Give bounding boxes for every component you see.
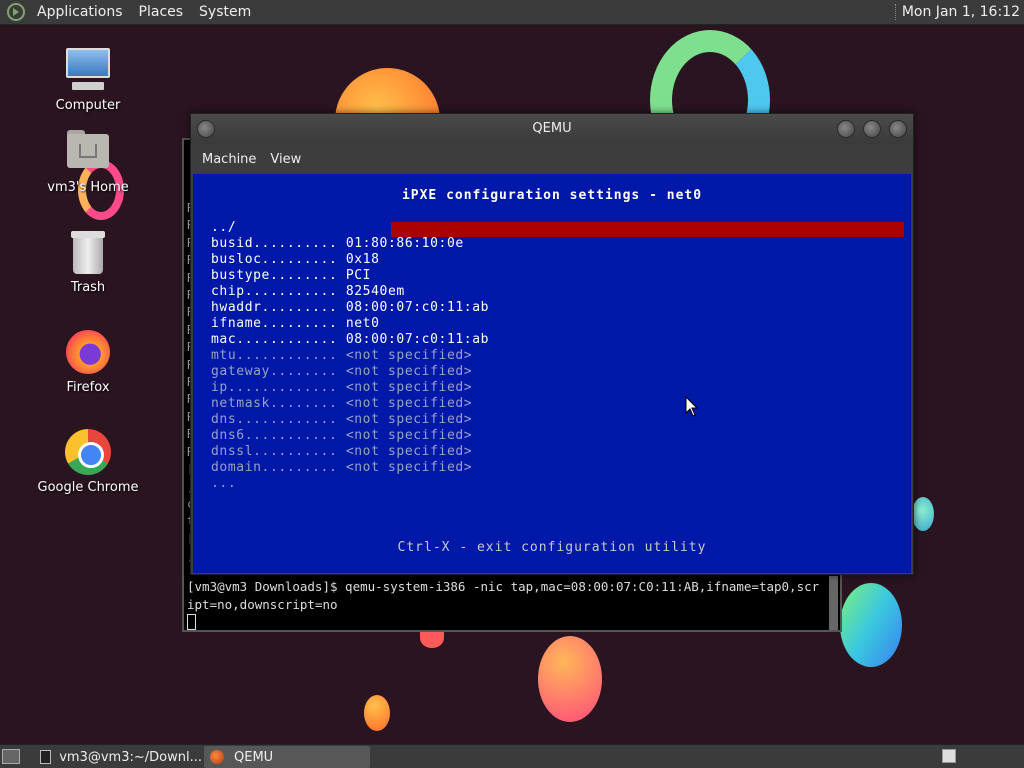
maximize-button[interactable] bbox=[863, 120, 881, 138]
setting-row[interactable]: ip............. <not specified> bbox=[211, 380, 489, 396]
menu-places[interactable]: Places bbox=[131, 4, 192, 20]
home-folder-icon bbox=[64, 128, 112, 176]
task-qemu[interactable]: QEMU bbox=[204, 746, 370, 768]
computer-icon bbox=[64, 46, 112, 94]
window-menu-button[interactable] bbox=[197, 120, 215, 138]
bottom-panel: vm3@vm3:~/Downl... QEMU bbox=[0, 744, 1024, 768]
distro-logo-icon[interactable] bbox=[7, 3, 25, 21]
task-label: QEMU bbox=[234, 749, 274, 765]
minimize-button[interactable] bbox=[837, 120, 855, 138]
show-desktop-icon[interactable] bbox=[2, 749, 20, 764]
workspace-switcher[interactable] bbox=[942, 749, 956, 763]
wallpaper-blob bbox=[538, 636, 602, 722]
desktop-icon-home[interactable]: vm3's Home bbox=[33, 128, 143, 195]
qemu-titlebar[interactable]: QEMU bbox=[191, 114, 913, 144]
task-terminal[interactable]: vm3@vm3:~/Downl... bbox=[34, 746, 202, 768]
desktop-icon-label: Computer bbox=[55, 98, 121, 113]
setting-row[interactable]: ifname......... net0 bbox=[211, 316, 489, 332]
setting-row[interactable]: ... bbox=[211, 476, 489, 492]
terminal-icon bbox=[40, 750, 52, 764]
desktop-icon-label: Trash bbox=[70, 280, 106, 295]
setting-row[interactable]: bustype........ PCI bbox=[211, 268, 489, 284]
menu-system[interactable]: System bbox=[191, 4, 259, 20]
close-button[interactable] bbox=[889, 120, 907, 138]
setting-row[interactable]: mtu............ <not specified> bbox=[211, 348, 489, 364]
setting-row[interactable]: dns6........... <not specified> bbox=[211, 428, 489, 444]
qemu-icon bbox=[210, 750, 224, 764]
setting-row[interactable]: domain......... <not specified> bbox=[211, 460, 489, 476]
clock[interactable]: Mon Jan 1, 16:12 bbox=[894, 4, 1020, 20]
setting-row[interactable]: busid.......... 01:80:86:10:0e bbox=[211, 236, 489, 252]
setting-row[interactable]: netmask........ <not specified> bbox=[211, 396, 489, 412]
window-title: QEMU bbox=[532, 121, 572, 136]
terminal-cursor bbox=[187, 614, 196, 630]
terminal-scrollbar[interactable] bbox=[829, 576, 838, 630]
wallpaper-blob bbox=[912, 497, 934, 531]
desktop-icon-label: Google Chrome bbox=[37, 480, 139, 495]
task-label: vm3@vm3:~/Downl... bbox=[59, 749, 202, 765]
chrome-icon bbox=[64, 428, 112, 476]
setting-row[interactable]: dns............ <not specified> bbox=[211, 412, 489, 428]
setting-row[interactable]: hwaddr......... 08:00:07:c0:11:ab bbox=[211, 300, 489, 316]
firefox-icon bbox=[64, 328, 112, 376]
menu-view[interactable]: View bbox=[263, 152, 308, 167]
wallpaper-blob bbox=[840, 583, 902, 667]
desktop-icon-computer[interactable]: Computer bbox=[33, 46, 143, 113]
ipxe-footer: Ctrl-X - exit configuration utility bbox=[397, 540, 707, 555]
desktop-icon-firefox[interactable]: Firefox bbox=[33, 328, 143, 395]
top-panel: Applications Places System Mon Jan 1, 16… bbox=[0, 0, 1024, 25]
wallpaper-blob bbox=[364, 695, 390, 731]
qemu-window[interactable]: QEMU Machine View iPXE configuration set… bbox=[190, 113, 914, 575]
desktop-icon-label: vm3's Home bbox=[47, 180, 129, 195]
desktop-icon-trash[interactable]: Trash bbox=[33, 228, 143, 295]
settings-list[interactable]: ../busid.......... 01:80:86:10:0e busloc.… bbox=[211, 220, 489, 492]
desktop-icon-label: Firefox bbox=[66, 380, 110, 395]
menu-applications[interactable]: Applications bbox=[29, 4, 131, 20]
qemu-menubar: Machine View bbox=[191, 144, 913, 174]
menu-machine[interactable]: Machine bbox=[195, 152, 263, 167]
setting-row[interactable]: chip........... 82540em bbox=[211, 284, 489, 300]
trash-icon bbox=[64, 228, 112, 276]
setting-row[interactable]: mac............ 08:00:07:c0:11:ab bbox=[211, 332, 489, 348]
terminal-command-line[interactable]: [vm3@vm3 Downloads]$ qemu-system-i386 -n… bbox=[187, 578, 826, 614]
ipxe-heading: iPXE configuration settings - net0 bbox=[401, 188, 703, 203]
setting-row[interactable]: ../ bbox=[211, 220, 489, 236]
setting-row[interactable]: busloc......... 0x18 bbox=[211, 252, 489, 268]
vm-display[interactable]: iPXE configuration settings - net0 ../bu… bbox=[193, 174, 911, 573]
setting-row[interactable]: gateway........ <not specified> bbox=[211, 364, 489, 380]
setting-row[interactable]: dnssl.......... <not specified> bbox=[211, 444, 489, 460]
desktop-icon-chrome[interactable]: Google Chrome bbox=[33, 428, 143, 495]
